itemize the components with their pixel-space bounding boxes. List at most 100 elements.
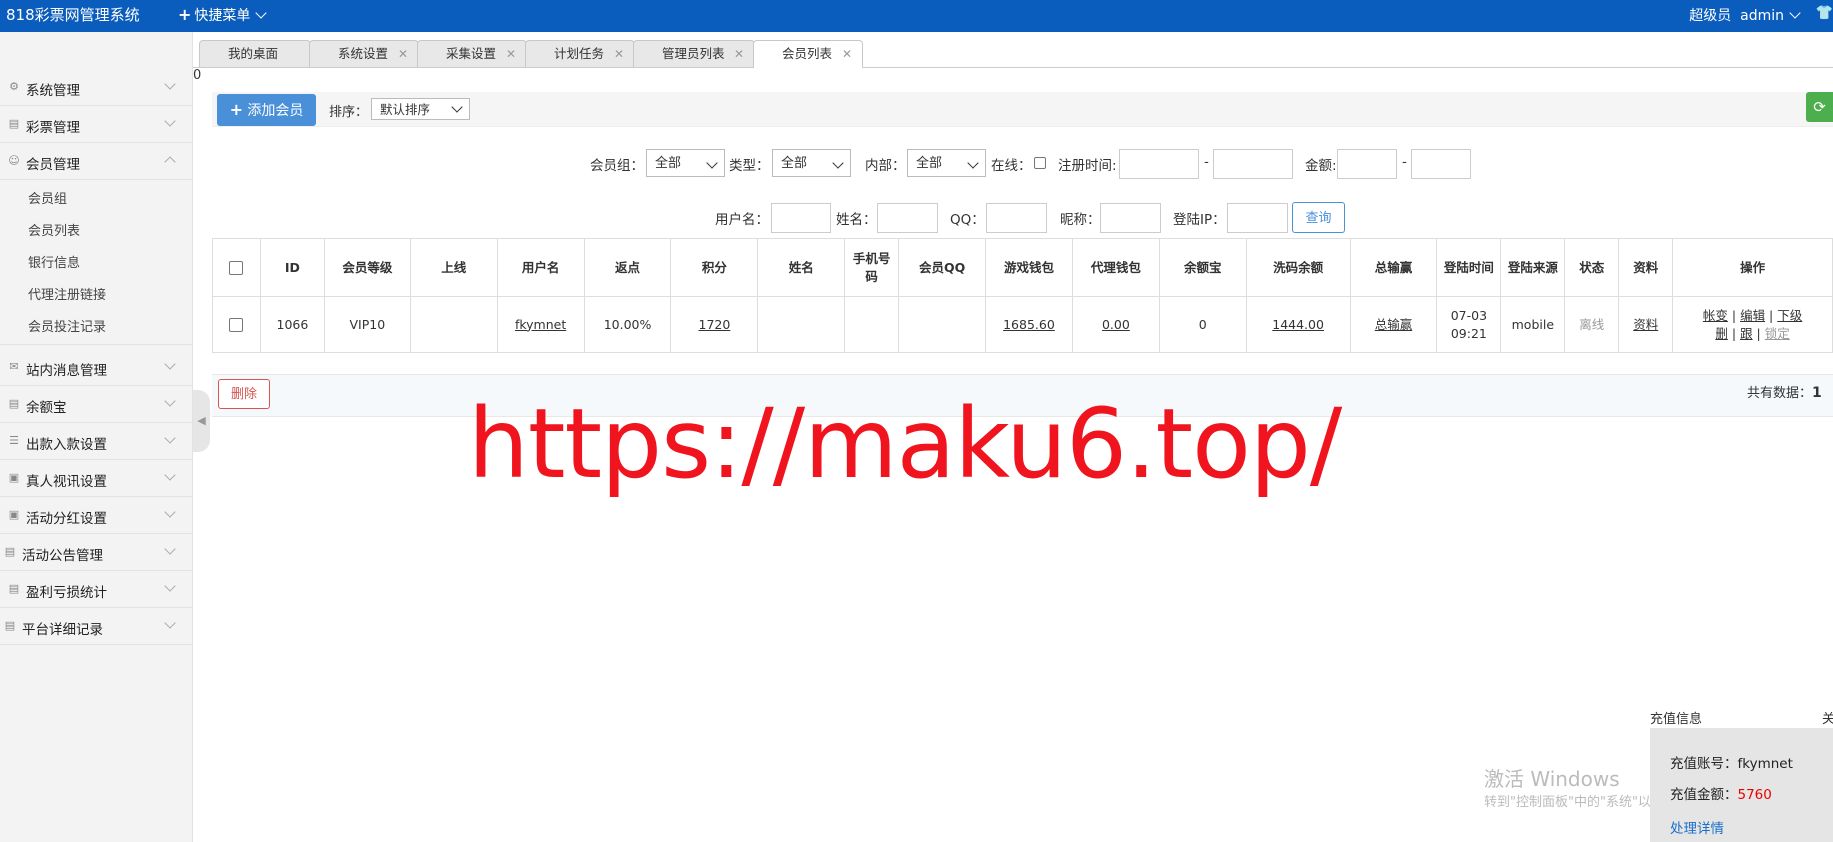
qq-filter-input[interactable] [986,203,1047,233]
refresh-icon: ⟳ [1813,98,1826,116]
status-badge: 离线 [1579,316,1605,332]
register-time-start-input[interactable] [1119,149,1199,179]
stray-text: 0 [193,68,202,83]
name-filter-input[interactable] [877,203,938,233]
delete-link[interactable]: 删 [1715,326,1728,341]
column-header[interactable]: 代理钱包 [1071,238,1160,297]
sidebar-item-members[interactable]: ☺ 会员管理 [0,143,192,180]
close-icon[interactable]: ✕ [506,41,516,67]
amount-min-input[interactable] [1337,149,1397,179]
column-header[interactable]: 操作 [1672,238,1833,297]
sidebar-item-bonus[interactable]: ▣ 活动分红设置 [0,497,192,534]
id-card-icon: ▣ [8,471,20,484]
cell-upline [409,296,498,353]
total-winloss-link[interactable]: 总输赢 [1375,317,1413,332]
sidebar-subitem-member-list[interactable]: 会员列表 [0,216,192,248]
sidebar: ⚙ 系统管理 ▤ 彩票管理 ☺ 会员管理 会员组 会员列表 银行信息 代理注册链接 会… [0,32,193,842]
add-member-button[interactable]: + 添加会员 [217,94,316,126]
agent-wallet-link[interactable]: 0.00 [1102,317,1130,332]
column-header[interactable]: 状态 [1564,238,1620,297]
close-icon[interactable]: ✕ [842,41,852,67]
column-header[interactable]: 游戏钱包 [985,238,1073,297]
column-header[interactable]: 上线 [409,238,498,297]
sidebar-item-announcements[interactable]: ▤ 活动公告管理 [0,534,192,571]
column-header[interactable]: 手机号码 [844,238,900,297]
column-header[interactable]: 洗码余额 [1245,238,1351,297]
column-header[interactable]: 积分 [670,238,759,297]
column-header[interactable]: 返点 [583,238,672,297]
online-checkbox[interactable] [1034,157,1046,169]
username-link[interactable]: fkymnet [515,317,566,332]
points-link[interactable]: 1720 [699,317,731,332]
sidebar-subitem-member-group[interactable]: 会员组 [0,184,192,216]
column-header[interactable]: 登陆时间 [1436,238,1502,297]
close-icon[interactable]: ✕ [614,41,624,67]
recharge-close-button[interactable]: 关 [1822,708,1833,727]
tab-system-settings[interactable]: 系统设置 ✕ [309,40,419,67]
balance-change-link[interactable]: 帐变 [1703,308,1728,323]
sidebar-item-system[interactable]: ⚙ 系统管理 [0,69,192,106]
member-group-select[interactable]: 全部 [646,149,725,177]
tab-scheduled-tasks[interactable]: 计划任务 ✕ [525,40,635,67]
sidebar-subitem-agent-link[interactable]: 代理注册链接 [0,280,192,312]
sidebar-item-profit-stats[interactable]: ▤ 盈利亏损统计 [0,571,192,608]
sidebar-collapse-toggle[interactable]: ◀ [193,390,210,452]
lock-link[interactable]: 锁定 [1765,326,1790,341]
column-header[interactable]: ID [259,238,325,297]
select-all-checkbox[interactable] [229,261,244,275]
sidebar-item-yuebao[interactable]: ▤ 余额宝 [0,386,192,423]
sidebar-menu: ⚙ 系统管理 ▤ 彩票管理 ☺ 会员管理 会员组 会员列表 银行信息 代理注册链接 会… [0,69,192,645]
column-header[interactable]: 姓名 [757,238,846,297]
amount-max-input[interactable] [1411,149,1471,179]
tab-member-list[interactable]: 会员列表 ✕ [753,40,863,68]
tab-collect-settings[interactable]: 采集设置 ✕ [417,40,527,67]
refresh-button[interactable]: ⟳ [1806,92,1833,122]
game-wallet-link[interactable]: 1685.60 [1003,317,1055,332]
row-checkbox[interactable] [229,318,244,332]
chevron-down-icon [967,157,979,169]
subordinates-link[interactable]: 下级 [1777,308,1802,323]
sidebar-item-lottery[interactable]: ▤ 彩票管理 [0,106,192,143]
sidebar-subitem-bank-info[interactable]: 银行信息 [0,248,192,280]
column-header[interactable]: 用户名 [496,238,585,297]
login-ip-filter-label: 登陆IP： [1173,212,1226,228]
register-time-end-input[interactable] [1213,149,1293,179]
sidebar-subitem-bet-records[interactable]: 会员投注记录 [0,312,192,345]
username-filter-input[interactable] [771,203,831,233]
wash-balance-link[interactable]: 1444.00 [1272,317,1324,332]
plus-icon: + [229,100,243,119]
nickname-filter-input[interactable] [1100,203,1161,233]
tab-desktop[interactable]: 我的桌面 [199,40,311,67]
close-icon[interactable]: ✕ [734,41,744,67]
quick-menu-button[interactable]: + 快捷菜单 [178,5,268,25]
profile-link[interactable]: 资料 [1633,317,1658,332]
column-header[interactable]: 总输赢 [1349,238,1438,297]
column-header[interactable]: 会员QQ [898,238,986,297]
column-header[interactable]: 会员等级 [323,238,411,297]
recharge-detail-link[interactable]: 处理详情 [1670,817,1724,837]
user-menu[interactable]: 超级员 admin [1689,5,1801,25]
list-icon: ☰ [9,434,19,447]
cell-id: 1066 [259,296,325,353]
login-ip-filter-input[interactable] [1227,203,1288,233]
qq-filter-label: QQ： [950,212,985,228]
edit-link[interactable]: 编辑 [1740,308,1765,323]
sort-select[interactable]: 默认排序 [371,98,470,120]
theme-icon[interactable]: 👕 [1816,5,1833,21]
column-header[interactable]: 登陆来源 [1500,238,1566,297]
type-select[interactable]: 全部 [772,149,851,177]
internal-select[interactable]: 全部 [907,149,986,177]
column-header[interactable]: 余额宝 [1158,238,1247,297]
chevron-down-icon [1789,7,1801,19]
column-header[interactable]: 资料 [1618,238,1674,297]
tab-admin-list[interactable]: 管理员列表 ✕ [633,40,755,67]
delete-button[interactable]: 删除 [218,379,270,409]
close-icon[interactable]: ✕ [398,41,408,67]
sidebar-item-messages[interactable]: ✉ 站内消息管理 [0,349,192,386]
query-button[interactable]: 查询 [1292,202,1345,233]
chevron-down-icon [164,469,176,481]
sidebar-item-live-video[interactable]: ▣ 真人视讯设置 [0,460,192,497]
sidebar-item-platform-records[interactable]: ▤ 平台详细记录 [0,608,192,645]
sidebar-item-deposit-withdraw[interactable]: ☰ 出款入款设置 [0,423,192,460]
follow-link[interactable]: 跟 [1740,326,1753,341]
